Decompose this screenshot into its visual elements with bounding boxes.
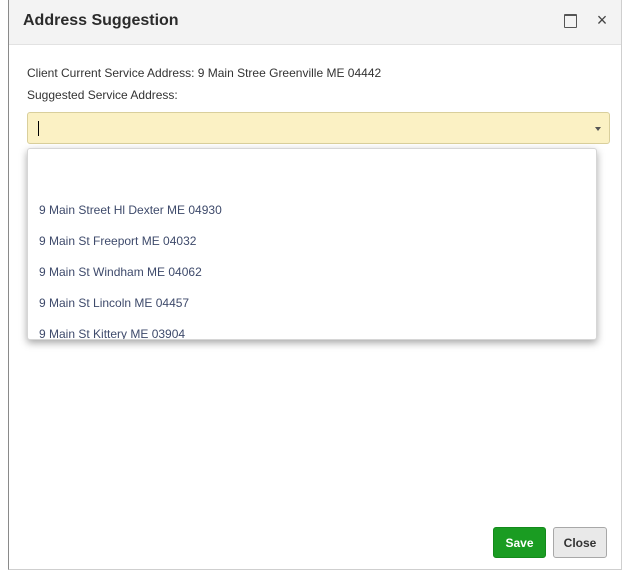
maximize-icon[interactable] [561, 12, 579, 30]
suggested-address-combobox[interactable] [27, 112, 610, 144]
list-item[interactable]: 9 Main St Freeport ME 04032 [39, 234, 196, 248]
chevron-down-icon[interactable] [595, 127, 601, 131]
close-button[interactable]: Close [553, 527, 607, 558]
current-address-label: Client Current Service Address: 9 Main S… [27, 66, 382, 80]
dialog-title: Address Suggestion [23, 12, 179, 29]
list-item[interactable]: 9 Main Street Hl Dexter ME 04930 [39, 203, 222, 217]
list-item[interactable]: 9 Main St Kittery ME 03904 [39, 327, 185, 339]
list-item[interactable]: 9 Main St Windham ME 04062 [39, 265, 202, 279]
suggested-address-label: Suggested Service Address: [27, 88, 178, 102]
dialog-titlebar: Address Suggestion × [9, 0, 621, 45]
text-cursor [38, 121, 39, 136]
close-icon[interactable]: × [593, 11, 611, 29]
address-dropdown-list[interactable]: 9 Main Street Hl Dexter ME 04930 9 Main … [27, 148, 597, 340]
list-item[interactable]: 9 Main St Lincoln ME 04457 [39, 296, 189, 310]
address-suggestion-dialog: Address Suggestion × Client Current Serv… [8, 0, 622, 570]
save-button[interactable]: Save [493, 527, 546, 558]
